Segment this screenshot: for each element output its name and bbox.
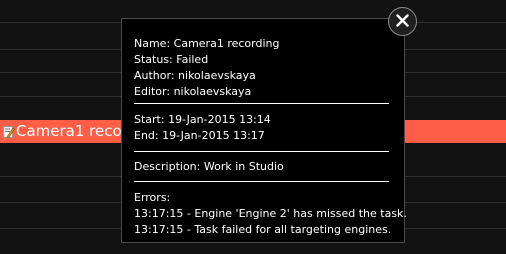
event-status: Status: Failed	[134, 53, 209, 66]
error-item: 13:17:15 - Engine 'Engine 2' has missed …	[134, 207, 407, 220]
event-start: Start: 19-Jan-2015 13:14	[134, 113, 271, 126]
event-end: End: 19-Jan-2015 13:17	[134, 129, 265, 142]
close-icon	[396, 12, 409, 31]
error-item: 13:17:15 - Task failed for all targeting…	[134, 223, 392, 236]
tooltip-divider	[134, 181, 389, 182]
event-editor: Editor: nikolaevskaya	[134, 85, 252, 98]
event-author: Author: nikolaevskaya	[134, 69, 256, 82]
event-times: Start: 19-Jan-2015 13:14 End: 19-Jan-201…	[134, 112, 392, 144]
event-name: Name: Camera1 recording	[134, 37, 280, 50]
tooltip-divider	[134, 151, 389, 152]
event-errors: Errors: 13:17:15 - Engine 'Engine 2' has…	[134, 190, 407, 238]
edit-pencil-icon	[3, 124, 15, 139]
errors-header: Errors:	[134, 191, 171, 204]
close-tooltip-button[interactable]	[388, 7, 417, 36]
event-description: Description: Work in Studio	[134, 160, 284, 173]
tooltip-divider	[134, 103, 389, 104]
event-description-block: Description: Work in Studio	[134, 159, 392, 175]
event-metadata: Name: Camera1 recording Status: Failed A…	[134, 36, 392, 100]
event-details-tooltip: Name: Camera1 recording Status: Failed A…	[121, 18, 407, 243]
